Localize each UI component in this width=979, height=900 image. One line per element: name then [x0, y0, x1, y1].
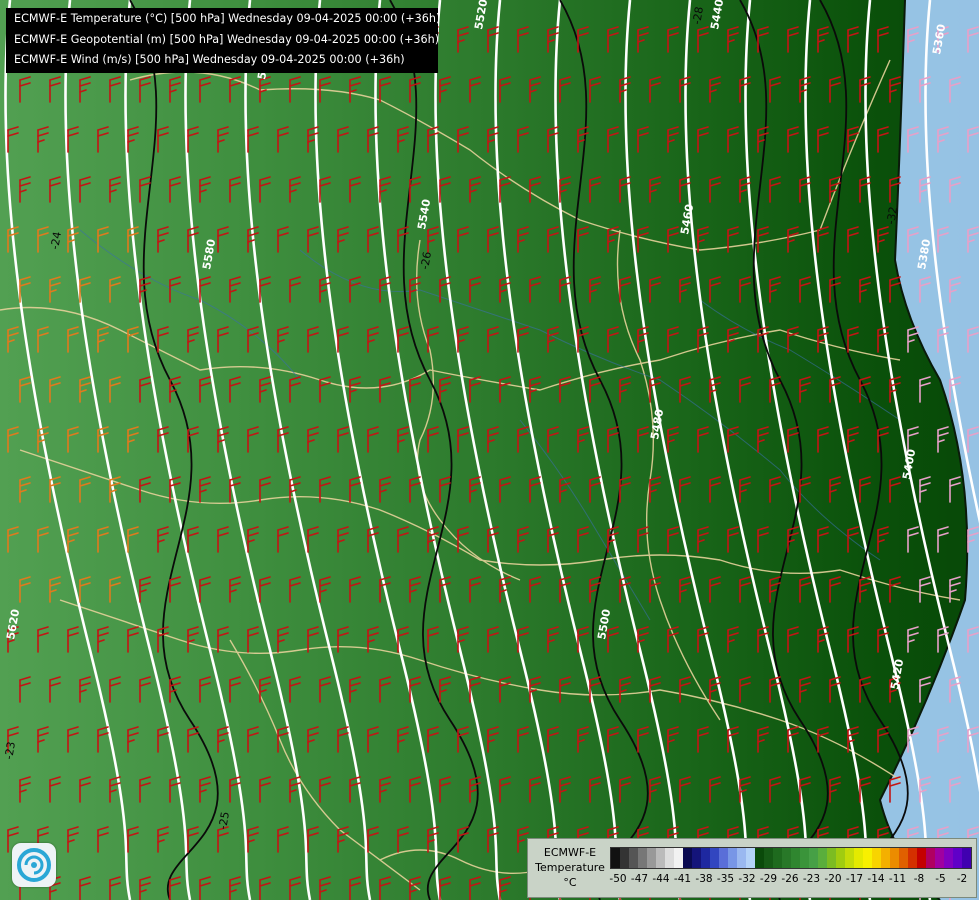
legend-color-ramp — [610, 847, 972, 869]
legend-color-swatch — [620, 848, 629, 868]
legend-color-swatch — [926, 848, 935, 868]
legend-label: ECMWF-E Temperature °C — [532, 845, 608, 890]
legend-tick-label: -17 — [845, 873, 864, 885]
legend-color-swatch — [782, 848, 791, 868]
legend-color-swatch — [917, 848, 926, 868]
legend-tick-label: -41 — [673, 873, 692, 885]
legend-color-swatch — [764, 848, 773, 868]
legend-tick-label: -44 — [652, 873, 670, 885]
legend-color-swatch — [935, 848, 944, 868]
legend-color-swatch — [818, 848, 827, 868]
legend-color-swatch — [890, 848, 899, 868]
legend-color-swatch — [737, 848, 746, 868]
legend-unit: °C — [563, 876, 577, 889]
legend-color-swatch — [692, 848, 701, 868]
legend-tick-label: -26 — [781, 873, 799, 885]
legend-variable: Temperature — [535, 861, 605, 874]
legend-color-swatch — [836, 848, 845, 868]
legend-color-swatch — [656, 848, 665, 868]
legend-color-swatch — [809, 848, 818, 868]
legend-tick-label: -32 — [738, 873, 756, 885]
legend-color-swatch — [755, 848, 764, 868]
legend-color-swatch — [647, 848, 656, 868]
legend-color-swatch — [908, 848, 917, 868]
legend-color-swatch — [962, 848, 971, 868]
legend-color-swatch — [719, 848, 728, 868]
legend-color-swatch — [611, 848, 620, 868]
legend-color-swatch — [674, 848, 683, 868]
legend-color-swatch — [629, 848, 638, 868]
map-canvas: 5620550055805560554055205480546054405420… — [0, 0, 979, 900]
legend-tick-label: -11 — [888, 873, 907, 885]
legend-color-swatch — [791, 848, 800, 868]
legend-color-swatch — [683, 848, 692, 868]
legend-color-swatch — [728, 848, 737, 868]
legend-color-swatch — [944, 848, 953, 868]
legend-color-swatch — [710, 848, 719, 868]
legend-color-swatch — [899, 848, 908, 868]
legend-color-swatch — [638, 848, 647, 868]
wind-title: ECMWF-E Wind (m/s) [500 hPa] Wednesday 0… — [14, 53, 405, 66]
ecmwf-logo-icon — [12, 843, 56, 887]
legend-color-swatch — [872, 848, 881, 868]
legend-tick-label: -14 — [867, 873, 885, 885]
legend-model: ECMWF-E — [543, 846, 597, 859]
legend-ticks: -50 -47 -44 -41 -38 -35 -32 -29 -26 -23 -20 -17 -14-… — [609, 873, 970, 889]
legend-tick-label: -47 — [630, 873, 649, 885]
legend-color-swatch — [746, 848, 755, 868]
legend-color-swatch — [953, 848, 962, 868]
legend-color-swatch — [773, 848, 782, 868]
temperature-legend: ECMWF-E Temperature °C -50 -47 -44 -41 -38 -3… — [527, 838, 977, 898]
legend-tick-label: -2 — [956, 873, 968, 885]
legend-tick-label: -38 — [695, 873, 713, 885]
legend-color-swatch — [701, 848, 710, 868]
weather-map: 5620550055805560554055205480546054405420… — [0, 0, 979, 900]
legend-tick-label: -8 — [913, 873, 925, 885]
geopotential-title: ECMWF-E Geopotential (m) [500 hPa] Wedne… — [14, 32, 440, 46]
legend-color-swatch — [881, 848, 890, 868]
legend-color-swatch — [665, 848, 674, 868]
legend-color-swatch — [854, 848, 863, 868]
legend-tick-label: -35 — [716, 873, 735, 885]
legend-color-swatch — [800, 848, 809, 868]
legend-tick-label: -20 — [824, 873, 842, 885]
legend-color-swatch — [845, 848, 854, 868]
legend-color-swatch — [827, 848, 836, 868]
temperature-title: ECMWF-E Temperature (°C) [500 hPa] Wedne… — [14, 12, 441, 25]
legend-tick-label: -50 — [609, 873, 627, 885]
legend-color-swatch — [863, 848, 872, 868]
legend-tick-label: -29 — [759, 873, 778, 885]
map-title-box: ECMWF-E Temperature (°C) [500 hPa] Wedne… — [6, 8, 441, 73]
legend-tick-label: -5 — [935, 873, 946, 885]
legend-tick-label: -23 — [802, 873, 821, 885]
